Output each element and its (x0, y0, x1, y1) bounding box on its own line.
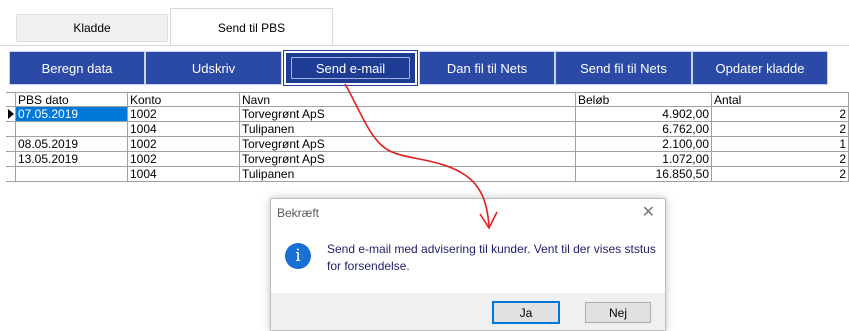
row-indicator (6, 152, 16, 167)
tab-kladde[interactable]: Kladde (16, 14, 168, 42)
table-row[interactable]: 07.05.2019 1002 Torvegrønt ApS 4.902,00 … (6, 107, 849, 122)
row-indicator (6, 122, 16, 137)
cell-belob[interactable]: 6.762,00 (576, 122, 712, 137)
dan-fil-til-nets-button[interactable]: Dan fil til Nets (419, 51, 555, 85)
dialog-title: Bekræft (277, 206, 320, 220)
ja-button[interactable]: Ja (492, 301, 560, 324)
tab-divider (0, 45, 849, 46)
tab-bar: Kladde Send til PBS (0, 0, 849, 46)
confirm-dialog: Bekræft ✕ i Send e-mail med advisering t… (270, 198, 666, 331)
dialog-message: Send e-mail med advisering til kunder. V… (327, 242, 656, 273)
header-antal[interactable]: Antal (712, 92, 849, 107)
cell-navn[interactable]: Torvegrønt ApS (240, 137, 576, 152)
cell-belob[interactable]: 4.902,00 (576, 107, 712, 122)
beregn-data-button[interactable]: Beregn data (9, 51, 145, 85)
cell-date[interactable] (16, 167, 128, 182)
table-row[interactable]: 08.05.2019 1002 Torvegrønt ApS 2.100,00 … (6, 137, 849, 152)
cell-konto[interactable]: 1004 (128, 122, 240, 137)
header-navn[interactable]: Navn (240, 92, 576, 107)
cell-date[interactable]: 08.05.2019 (16, 137, 128, 152)
table-row[interactable]: 13.05.2019 1002 Torvegrønt ApS 1.072,00 … (6, 152, 849, 167)
nej-button[interactable]: Nej (585, 302, 651, 323)
cell-konto[interactable]: 1002 (128, 137, 240, 152)
row-indicator-current (6, 107, 16, 122)
tab-send-til-pbs[interactable]: Send til PBS (170, 8, 333, 46)
table-row[interactable]: 1004 Tulipanen 6.762,00 2 (6, 122, 849, 137)
opdater-kladde-button[interactable]: Opdater kladde (692, 51, 828, 85)
cell-navn[interactable]: Tulipanen (240, 122, 576, 137)
cell-belob[interactable]: 1.072,00 (576, 152, 712, 167)
dialog-title-bar[interactable]: Bekræft ✕ (271, 199, 665, 227)
cell-navn[interactable]: Torvegrønt ApS (240, 107, 576, 122)
cell-antal[interactable]: 2 (712, 167, 849, 182)
row-indicator (6, 137, 16, 152)
cell-antal[interactable]: 2 (712, 122, 849, 137)
header-pbs-dato[interactable]: PBS dato (16, 92, 128, 107)
cell-konto[interactable]: 1004 (128, 167, 240, 182)
header-belob[interactable]: Beløb (576, 92, 712, 107)
cell-antal[interactable]: 2 (712, 152, 849, 167)
close-icon[interactable]: ✕ (642, 202, 655, 222)
header-konto[interactable]: Konto (128, 92, 240, 107)
info-icon: i (285, 243, 311, 269)
cell-belob[interactable]: 16.850,50 (576, 167, 712, 182)
row-indicator (6, 167, 16, 182)
cell-belob[interactable]: 2.100,00 (576, 137, 712, 152)
cell-navn[interactable]: Torvegrønt ApS (240, 152, 576, 167)
send-email-button[interactable]: Send e-mail (283, 50, 418, 86)
table-row[interactable]: 1004 Tulipanen 16.850,50 2 (6, 167, 849, 182)
cell-antal[interactable]: 1 (712, 137, 849, 152)
cell-navn[interactable]: Tulipanen (240, 167, 576, 182)
cell-konto[interactable]: 1002 (128, 152, 240, 167)
cell-antal[interactable]: 2 (712, 107, 849, 122)
cell-date[interactable] (16, 122, 128, 137)
cell-date[interactable]: 13.05.2019 (16, 152, 128, 167)
dialog-footer: Ja Nej (271, 293, 665, 330)
dialog-body: i Send e-mail med advisering til kunder.… (271, 227, 665, 293)
cell-date[interactable]: 07.05.2019 (16, 107, 128, 122)
row-indicator-header (6, 92, 16, 107)
udskriv-button[interactable]: Udskriv (145, 51, 282, 85)
send-fil-til-nets-button[interactable]: Send fil til Nets (555, 51, 692, 85)
current-row-arrow-icon (8, 109, 14, 119)
grid-header: PBS dato Konto Navn Beløb Antal (6, 92, 849, 107)
cell-konto[interactable]: 1002 (128, 107, 240, 122)
